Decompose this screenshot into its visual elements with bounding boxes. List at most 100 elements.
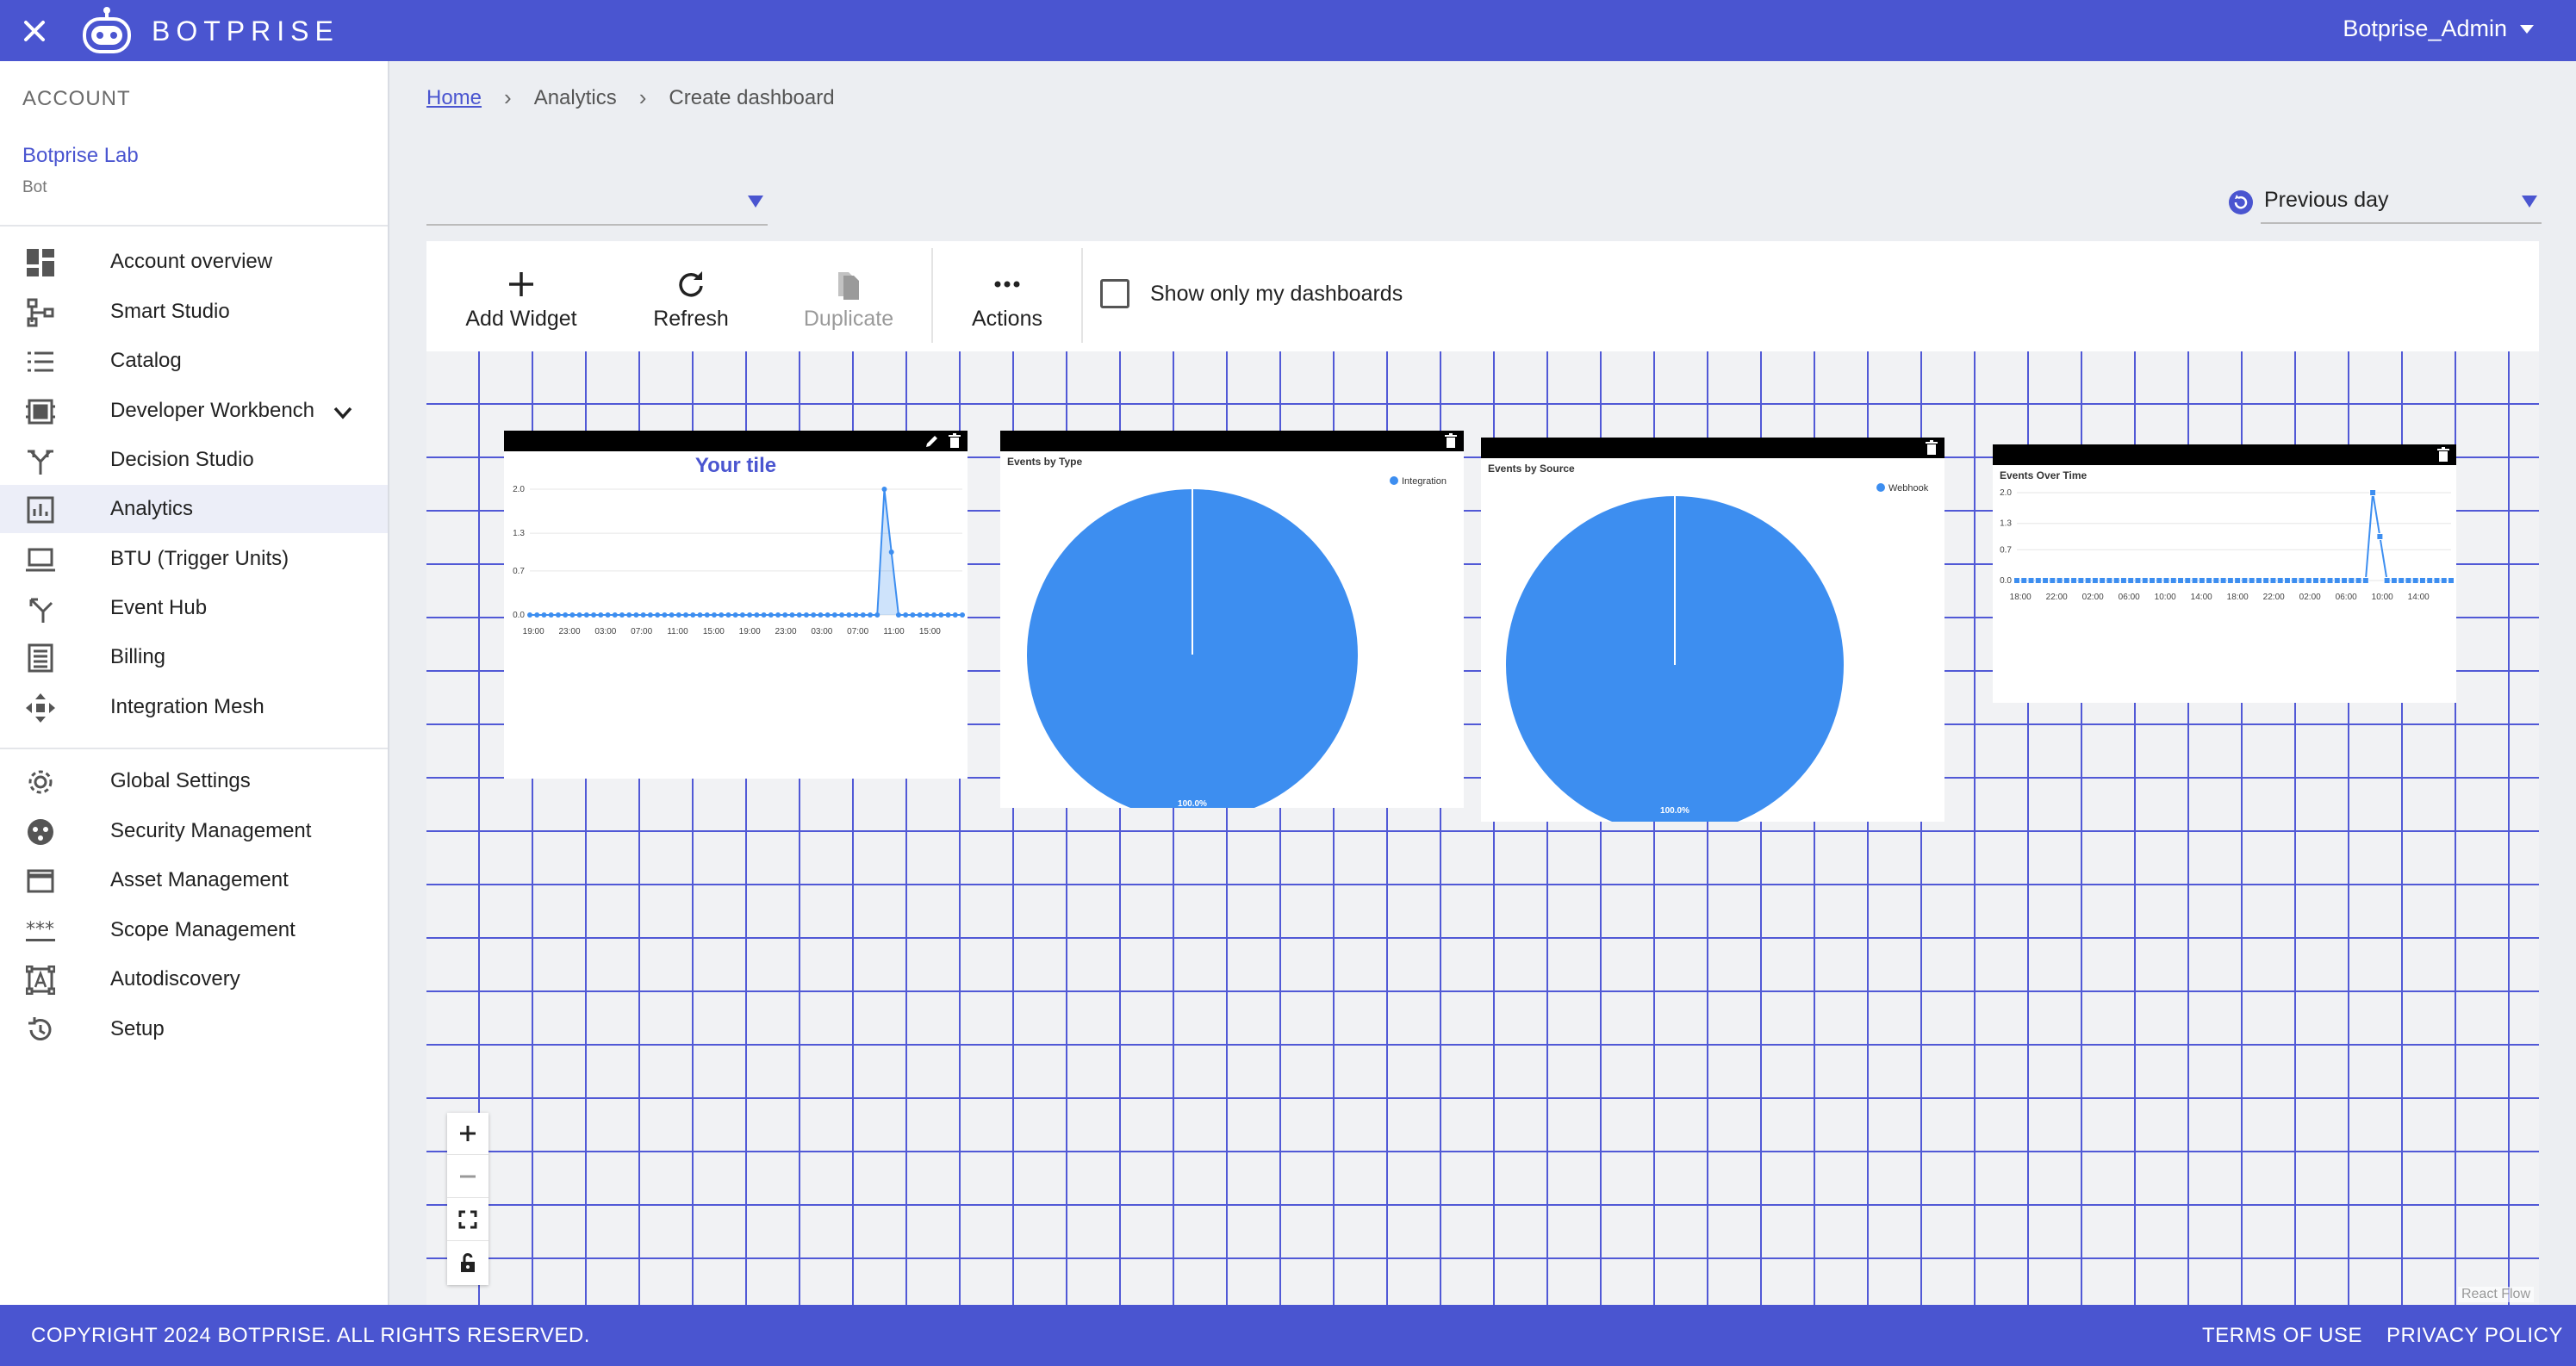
sidebar-item-event-hub[interactable]: Event Hub [0,584,388,632]
sidebar-item-decision-studio[interactable]: Decision Studio [0,436,388,484]
data-point [2148,577,2156,584]
add-widget-button[interactable]: Add Widget [452,267,590,345]
delete-icon[interactable] [1924,440,1939,456]
pie-slice-label: 100.0% [1178,799,1207,808]
x-tick-label: 18:00 [2010,593,2032,602]
sidebar-item-asset-management[interactable]: Asset Management [0,856,388,904]
widget-tile-events-by-source[interactable]: Events by Source Webhook 100.0% [1481,438,1944,822]
user-menu[interactable]: Botprise_Admin [2343,16,2535,42]
data-point [881,487,887,492]
refresh-button[interactable]: Refresh [622,267,760,345]
x-tick-label: 03:00 [594,627,616,636]
privacy-policy-link[interactable]: PRIVACY POLICY [2386,1324,2563,1348]
breadcrumb-analytics[interactable]: Analytics [534,86,617,110]
data-point [626,612,632,618]
data-point [2141,577,2149,584]
sidebar-item-developer-workbench[interactable]: Developer Workbench [0,387,388,435]
data-point [2049,577,2056,584]
data-point [2411,577,2419,584]
restore-icon [26,1015,55,1045]
terms-of-use-link[interactable]: TERMS OF USE [2202,1324,2362,1348]
account-name[interactable]: Botprise Lab [22,144,139,168]
data-point [2355,577,2362,584]
widget-tile-events-by-type[interactable]: Events by Type Integration 100.0% [1000,431,1464,808]
sidebar-item-setup[interactable]: Setup [0,1005,388,1053]
breadcrumb-home-link[interactable]: Home [426,86,482,110]
y-tick-label: 2.0 [2000,488,2012,498]
asterisk-icon: *** [26,916,55,946]
zoom-out-button[interactable] [447,1156,488,1198]
account-section-label: ACCOUNT [22,87,131,110]
data-point [2156,577,2163,584]
toolbar-divider [931,248,933,343]
sidebar-item-global-settings[interactable]: Global Settings [0,757,388,805]
zoom-in-button[interactable] [447,1113,488,1155]
sidebar-item-scope-management[interactable]: *** Scope Management [0,906,388,954]
sidebar-item-autodiscovery[interactable]: Autodiscovery [0,955,388,1003]
account-type: Bot [22,178,47,196]
data-point [2405,577,2412,584]
data-point [2184,577,2192,584]
data-point [789,612,795,618]
series-line [2017,492,2451,581]
refresh-icon [674,267,708,301]
show-only-my-dashboards-checkbox[interactable]: Show only my dashboards [1100,279,1403,308]
data-point [853,612,859,618]
y-tick-label: 0.7 [513,567,525,576]
data-point [2034,577,2042,584]
add-widget-label: Add Widget [465,307,577,331]
tile-header [504,431,968,451]
scan-icon [26,966,55,995]
data-point [2084,577,2092,584]
x-tick-label: 02:00 [2082,593,2104,602]
sidebar-item-smart-studio[interactable]: Smart Studio [0,288,388,336]
actions-label: Actions [972,307,1042,331]
x-tick-label: 19:00 [523,627,544,636]
data-point [541,612,547,618]
data-point [719,612,725,618]
data-point [563,612,569,618]
widget-tile-events-over-time[interactable]: Events Over Time 0.0 0.7 1.3 2.0 18:00 22:00 0… [1993,444,2456,703]
chevron-right-icon: › [504,84,512,110]
delete-icon[interactable] [947,433,962,449]
sidebar-item-account-overview[interactable]: Account overview [0,238,388,286]
dashboard-select[interactable] [426,184,768,226]
y-tick-label: 1.3 [2000,519,2012,529]
checkbox-box[interactable] [1100,279,1129,308]
fork-icon [26,446,55,475]
data-point [952,612,958,618]
actions-button[interactable]: Actions [938,267,1076,345]
react-flow-attribution[interactable]: React Flow [2457,1287,2534,1302]
data-point [534,612,540,618]
chevron-down-icon[interactable] [331,400,355,425]
fit-view-button[interactable] [447,1199,488,1241]
legend-swatch [1876,483,1885,492]
data-point [775,612,781,618]
close-icon[interactable] [16,12,53,50]
data-point [782,612,788,618]
y-tick-label: 0.0 [513,611,525,620]
sidebar-item-security-management[interactable]: Security Management [0,807,388,855]
edit-icon[interactable] [924,433,940,449]
data-point [569,612,576,618]
widget-tile-your-tile[interactable]: Your tile 0.0 0.7 1.3 2.0 19:00 23:00 03:00 07:… [504,431,968,779]
dashboard-canvas[interactable]: Your tile 0.0 0.7 1.3 2.0 19:00 23:00 03:00 07:… [426,351,2539,1306]
delete-icon[interactable] [2436,447,2451,463]
duplicate-button[interactable]: Duplicate [780,267,918,345]
data-point [2376,533,2384,540]
data-point [811,612,817,618]
data-point [2063,577,2070,584]
lock-button[interactable] [447,1242,488,1283]
delete-icon[interactable] [1443,433,1459,449]
data-point [633,612,639,618]
period-select[interactable]: Previous day [2228,184,2542,224]
sidebar-item-analytics[interactable]: Analytics [0,485,388,533]
sidebar-item-label: Catalog [110,349,182,372]
sidebar-item-btu[interactable]: BTU (Trigger Units) [0,535,388,583]
data-point [697,612,703,618]
data-point [2262,577,2270,584]
x-tick-label: 18:00 [2227,593,2249,602]
sidebar-item-catalog[interactable]: Catalog [0,337,388,385]
sidebar-item-integration-mesh[interactable]: Integration Mesh [0,683,388,731]
sidebar-item-billing[interactable]: Billing [0,633,388,681]
